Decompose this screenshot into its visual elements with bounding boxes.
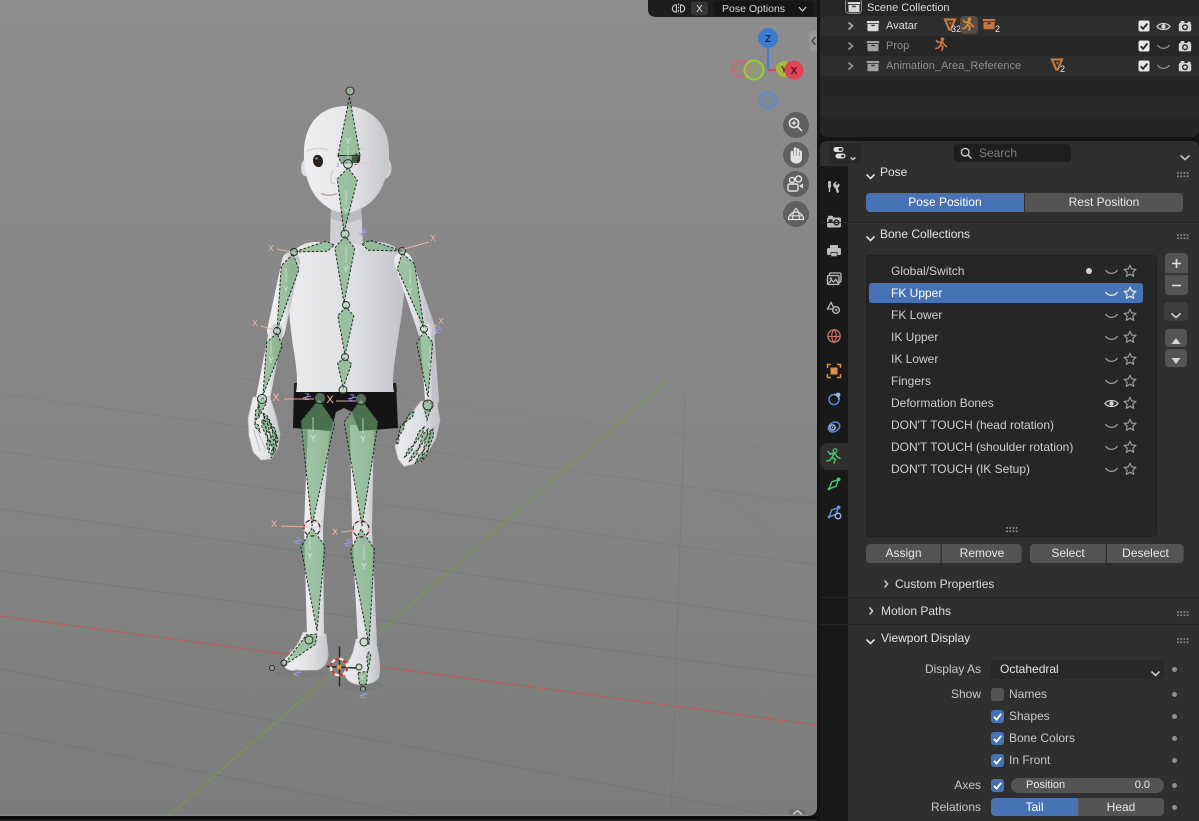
svg-text:X: X	[326, 394, 334, 406]
svg-text:Y: Y	[343, 265, 349, 274]
svg-text:Y: Y	[310, 434, 316, 443]
svg-text:X: X	[268, 244, 274, 253]
svg-text:z: z	[336, 162, 340, 169]
svg-text:Y: Y	[361, 562, 367, 571]
svg-text:Y: Y	[343, 207, 349, 216]
svg-text:X: X	[791, 66, 798, 77]
svg-text:Y: Y	[289, 656, 294, 663]
svg-text:X: X	[696, 4, 703, 15]
svg-text:X: X	[272, 392, 280, 404]
svg-text:X: X	[332, 527, 338, 537]
svg-text:Y: Y	[407, 287, 413, 296]
svg-text:Y: Y	[427, 362, 433, 371]
svg-text:X: X	[252, 319, 258, 328]
svg-text:Y: Y	[360, 675, 365, 682]
svg-text:Y: Y	[360, 435, 366, 444]
svg-text:x: x	[370, 161, 374, 168]
svg-text:Z: Z	[765, 34, 771, 45]
svg-text:Y: Y	[268, 356, 274, 365]
svg-text:Y: Y	[283, 285, 289, 294]
svg-text:Y: Y	[345, 137, 351, 146]
svg-text:Y: Y	[307, 552, 313, 561]
svg-text:X: X	[430, 234, 436, 243]
svg-text:X: X	[271, 519, 277, 529]
svg-text:Pose Options: Pose Options	[722, 3, 785, 15]
